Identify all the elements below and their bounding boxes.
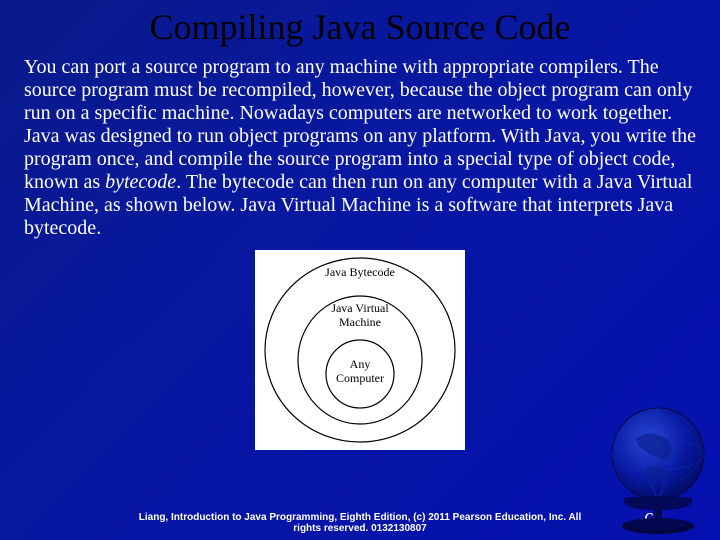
outer-label: Java Bytecode (325, 265, 395, 279)
jvm-diagram: Java Bytecode Java Virtual Machine Any C… (255, 250, 465, 450)
body-paragraph: You can port a source program to any mac… (0, 56, 720, 240)
inner-label-2: Computer (336, 371, 384, 385)
bytecode-word: bytecode (105, 171, 176, 193)
inner-label-1: Any (350, 357, 371, 371)
middle-label-2: Machine (339, 315, 381, 329)
middle-label-1: Java Virtual (331, 301, 389, 315)
slide-title: Compiling Java Source Code (0, 0, 720, 56)
globe-icon (596, 398, 716, 538)
